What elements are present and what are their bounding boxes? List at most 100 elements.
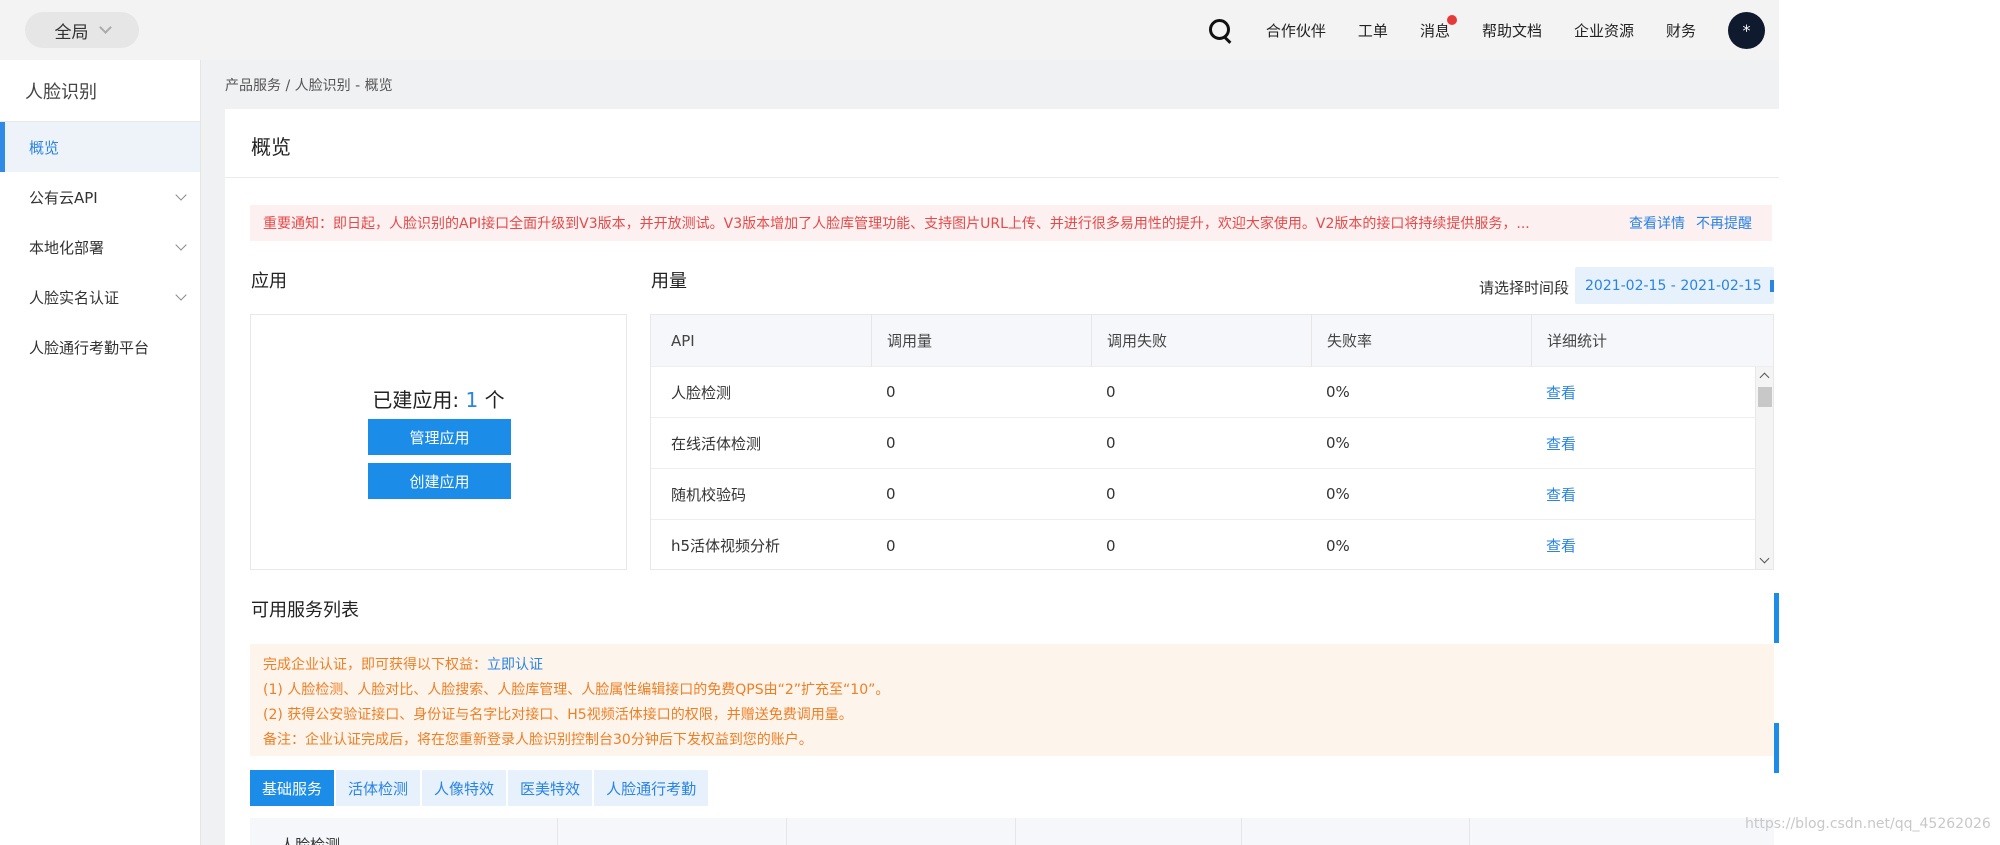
usage-table: API 调用量 调用失败 失败率 详细统计 人脸检测 0 0 0% 查看 在线活… — [650, 314, 1774, 570]
nav-finance[interactable]: 财务 — [1666, 20, 1696, 41]
sidebar-item-label: 概览 — [29, 138, 60, 157]
view-detail-link[interactable]: 查看 — [1546, 384, 1576, 402]
column-header — [1469, 818, 1774, 845]
services-section-title: 可用服务列表 — [251, 600, 359, 621]
sidebar-item-public-cloud-api[interactable]: 公有云API — [0, 172, 200, 222]
cell-api: 随机校验码 — [671, 485, 747, 504]
view-detail-link[interactable]: 查看 — [1546, 486, 1576, 504]
service-tabs: 基础服务 活体检测 人像特效 医美特效 人脸通行考勤 — [250, 770, 710, 806]
view-detail-link[interactable]: 查看 — [1546, 435, 1576, 453]
scope-label: 全局 — [54, 22, 89, 43]
blank-margin — [1779, 0, 2000, 845]
column-header — [1015, 818, 1241, 845]
top-bar: 全局 合作伙伴 工单 消息 帮助文档 企业资源 财务 * — [0, 0, 1779, 60]
important-notice: 重要通知：即日起，人脸识别的API接口全面升级到V3版本，并开放测试。V3版本增… — [250, 205, 1772, 241]
sidebar-item-label: 人脸实名认证 — [29, 288, 120, 307]
tab-portrait-effects[interactable]: 人像特效 — [422, 770, 507, 806]
column-header-detail: 详细统计 — [1531, 315, 1751, 367]
sidebar-item-real-name-auth[interactable]: 人脸实名认证 — [0, 272, 200, 322]
cell-calls: 0 — [886, 485, 896, 503]
benefit-line: (1) 人脸检测、人脸对比、人脸搜索、人脸库管理、人脸属性编辑接口的免费QPS由… — [263, 682, 890, 698]
nav-tickets[interactable]: 工单 — [1358, 20, 1388, 41]
benefit-line: (2) 获得公安验证接口、身份证与名字比对接口、H5视频活体接口的权限，并赠送免… — [263, 707, 853, 723]
column-header-fail-rate: 失败率 — [1311, 315, 1531, 367]
scrollbar-thumb[interactable] — [1758, 387, 1772, 407]
tab-liveness[interactable]: 活体检测 — [336, 770, 421, 806]
sidebar-item-attendance-platform[interactable]: 人脸通行考勤平台 — [0, 322, 200, 372]
scroll-up-icon[interactable] — [1759, 372, 1770, 383]
cell-fails: 0 — [1106, 434, 1116, 452]
app-count-prefix: 已建应用: — [372, 388, 466, 412]
date-range-label: 请选择时间段 — [1479, 279, 1570, 297]
benefit-line: 备注：企业认证完成后，将在您重新登录人脸识别控制台30分钟后下发权益到您的账户。 — [263, 732, 813, 748]
nav-help-docs[interactable]: 帮助文档 — [1482, 20, 1542, 41]
cell-rate: 0% — [1326, 485, 1350, 503]
avatar[interactable]: * — [1728, 11, 1765, 49]
chevron-down-icon — [175, 289, 187, 301]
benefit-intro: 完成企业认证，即可获得以下权益： — [263, 657, 487, 673]
divider — [225, 177, 1779, 178]
cell-api: h5活体视频分析 — [671, 537, 781, 555]
sidebar-item-label: 本地化部署 — [29, 238, 105, 257]
cell-calls: 0 — [886, 536, 896, 555]
table-row: h5活体视频分析 0 0 0% 查看 — [651, 520, 1773, 569]
app-count: 已建应用: 1 个 — [251, 384, 626, 413]
date-range-picker[interactable]: 2021-02-15 - 2021-02-15 — [1575, 267, 1774, 304]
watermark: https://blog.csdn.net/qq_45262026 — [1745, 816, 1991, 832]
sidebar-item-overview[interactable]: 概览 — [0, 122, 200, 172]
column-header-calls: 调用量 — [871, 315, 1091, 367]
usage-section-title: 用量 — [651, 271, 687, 292]
tab-attendance[interactable]: 人脸通行考勤 — [594, 770, 709, 806]
nav-partners[interactable]: 合作伙伴 — [1266, 20, 1326, 41]
column-header-fails: 调用失败 — [1091, 315, 1311, 367]
tab-medical-beauty[interactable]: 医美特效 — [508, 770, 593, 806]
enterprise-benefit-notice: 完成企业认证，即可获得以下权益：立即认证 (1) 人脸检测、人脸对比、人脸搜索、… — [250, 644, 1774, 756]
view-detail-link[interactable]: 查看 — [1546, 537, 1576, 555]
nav-enterprise-resources[interactable]: 企业资源 — [1574, 20, 1634, 41]
manage-apps-button[interactable]: 管理应用 — [368, 419, 511, 455]
table-row: 随机校验码 0 0 0% 查看 — [651, 469, 1773, 520]
apps-card: 已建应用: 1 个 管理应用 创建应用 — [250, 314, 627, 570]
create-app-button[interactable]: 创建应用 — [368, 463, 511, 499]
column-header — [786, 818, 1015, 845]
notice-dismiss-link[interactable]: 不再提醒 — [1696, 213, 1752, 233]
sidebar-item-local-deployment[interactable]: 本地化部署 — [0, 222, 200, 272]
column-header — [1241, 818, 1469, 845]
page-title: 概览 — [251, 135, 291, 159]
benefit-intro-line: 完成企业认证，即可获得以下权益：立即认证 — [263, 653, 1761, 678]
sidebar-item-label: 人脸通行考勤平台 — [29, 338, 150, 357]
verify-now-link[interactable]: 立即认证 — [487, 657, 543, 673]
top-nav: 合作伙伴 工单 消息 帮助文档 企业资源 财务 * — [1208, 0, 1779, 60]
cell-fails: 0 — [1106, 383, 1116, 401]
app-count-number: 1 — [465, 388, 479, 412]
breadcrumb: 产品服务 / 人脸识别 - 概览 — [225, 78, 393, 94]
cell-fails: 0 — [1106, 485, 1116, 503]
calendar-icon — [1769, 279, 1774, 292]
nav-messages[interactable]: 消息 — [1420, 14, 1457, 41]
chevron-down-icon — [175, 189, 187, 201]
apps-section-title: 应用 — [251, 271, 287, 292]
chevron-down-icon — [175, 239, 187, 251]
services-table-header: 人脸检测 — [250, 818, 1774, 845]
sidebar-item-label: 公有云API — [29, 188, 98, 207]
cell-calls: 0 — [886, 383, 896, 401]
app-count-suffix: 个 — [478, 388, 505, 412]
column-header-api: API — [671, 331, 695, 350]
scope-selector[interactable]: 全局 — [25, 12, 139, 48]
date-range-value: 2021-02-15 - 2021-02-15 — [1585, 277, 1762, 294]
table-row: 人脸检测 0 0 0% 查看 — [651, 367, 1773, 418]
scroll-down-icon[interactable] — [1759, 553, 1770, 564]
sidebar: 人脸识别 概览 公有云API 本地化部署 人脸实名认证 人脸通行考勤平台 — [0, 60, 201, 845]
cell-calls: 0 — [886, 434, 896, 452]
chevron-down-icon — [98, 21, 112, 34]
notice-text: 重要通知：即日起，人脸识别的API接口全面升级到V3版本，并开放测试。V3版本增… — [263, 216, 1530, 232]
sidebar-title: 人脸识别 — [0, 60, 200, 122]
cell-rate: 0% — [1326, 536, 1350, 555]
table-scrollbar[interactable] — [1755, 367, 1773, 569]
column-header-first: 人脸检测 — [280, 836, 341, 845]
search-icon[interactable] — [1208, 18, 1232, 42]
notice-detail-link[interactable]: 查看详情 — [1629, 213, 1685, 233]
tab-basic-services[interactable]: 基础服务 — [250, 770, 335, 806]
notification-dot — [1446, 14, 1457, 25]
table-header: API 调用量 调用失败 失败率 详细统计 — [651, 315, 1773, 367]
